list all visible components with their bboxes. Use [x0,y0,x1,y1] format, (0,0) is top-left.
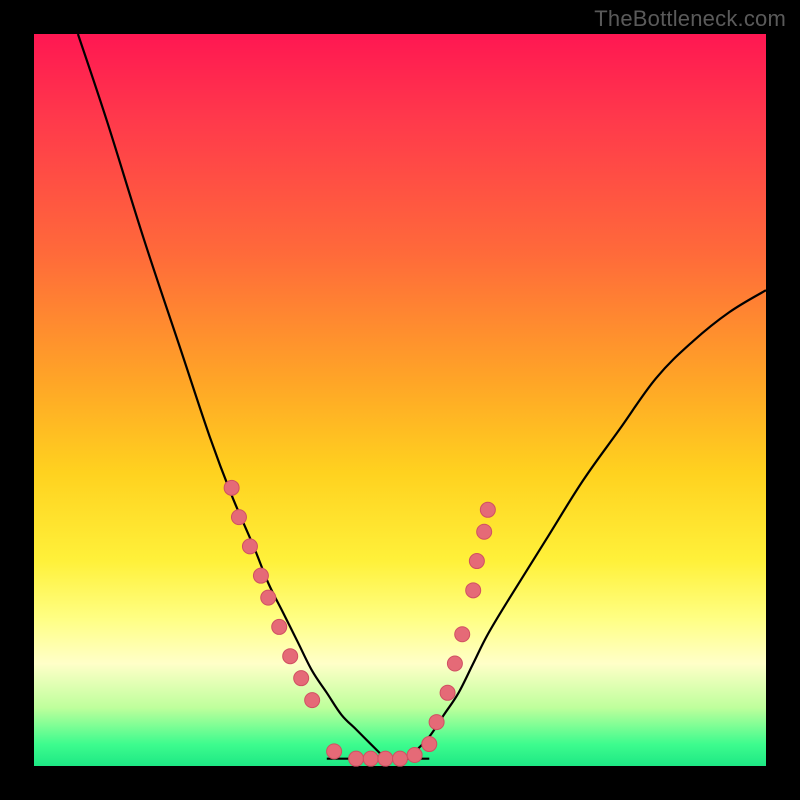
data-marker [447,656,462,671]
data-marker [283,649,298,664]
watermark-text: TheBottleneck.com [594,6,786,32]
data-marker [349,751,364,766]
data-markers [224,480,495,766]
data-marker [231,510,246,525]
data-marker [469,554,484,569]
data-marker [272,619,287,634]
data-marker [407,748,422,763]
data-marker [429,715,444,730]
data-marker [422,737,437,752]
data-marker [378,751,393,766]
curve-paths [78,34,766,759]
data-marker [327,744,342,759]
data-marker [440,685,455,700]
curve-left [78,34,385,759]
data-marker [294,671,309,686]
data-marker [480,502,495,517]
bottleneck-curve [34,34,766,766]
data-marker [242,539,257,554]
data-marker [477,524,492,539]
chart-frame: TheBottleneck.com [0,0,800,800]
data-marker [305,693,320,708]
data-marker [466,583,481,598]
data-marker [253,568,268,583]
plot-area [34,34,766,766]
data-marker [393,751,408,766]
data-marker [224,480,239,495]
data-marker [363,751,378,766]
data-marker [455,627,470,642]
data-marker [261,590,276,605]
